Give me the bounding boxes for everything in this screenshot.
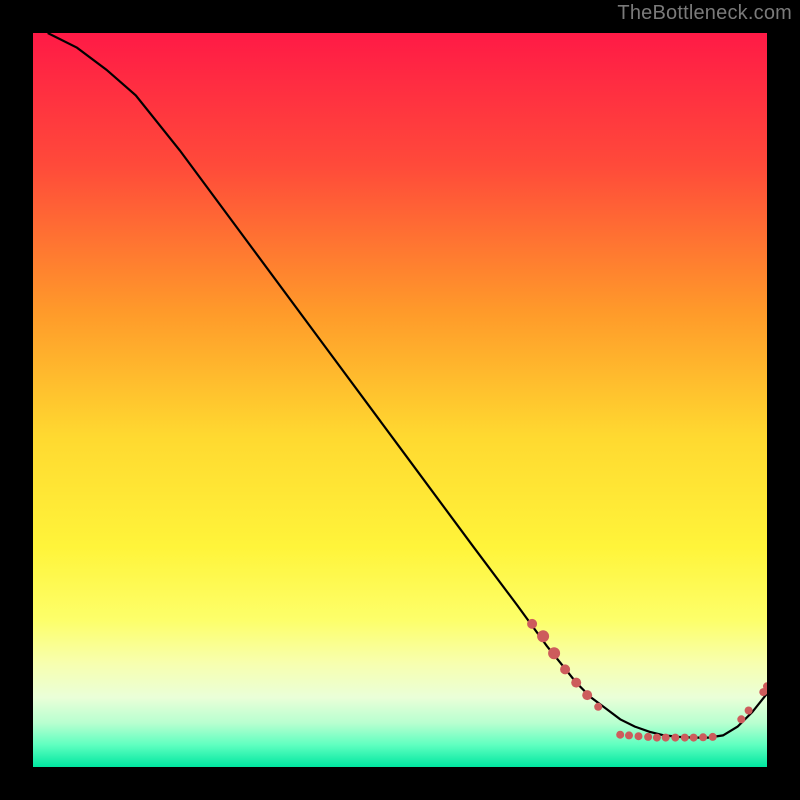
data-marker	[537, 630, 549, 642]
data-marker	[635, 732, 643, 740]
data-marker	[745, 707, 753, 715]
data-marker	[644, 733, 652, 741]
data-marker	[625, 731, 633, 739]
data-marker	[527, 619, 537, 629]
data-marker	[548, 647, 560, 659]
data-marker	[653, 734, 661, 742]
bottleneck-curve	[48, 33, 767, 738]
data-marker	[560, 664, 570, 674]
data-marker	[582, 690, 592, 700]
plot-area	[33, 33, 767, 767]
data-marker	[594, 703, 602, 711]
data-marker	[616, 731, 624, 739]
chart-svg	[33, 33, 767, 767]
data-marker	[662, 734, 670, 742]
data-markers	[527, 619, 767, 742]
data-marker	[671, 734, 679, 742]
data-marker	[737, 715, 745, 723]
data-marker	[709, 733, 717, 741]
data-marker	[699, 733, 707, 741]
data-marker	[571, 678, 581, 688]
watermark-text: TheBottleneck.com	[617, 2, 792, 25]
data-marker	[690, 734, 698, 742]
data-marker	[681, 734, 689, 742]
